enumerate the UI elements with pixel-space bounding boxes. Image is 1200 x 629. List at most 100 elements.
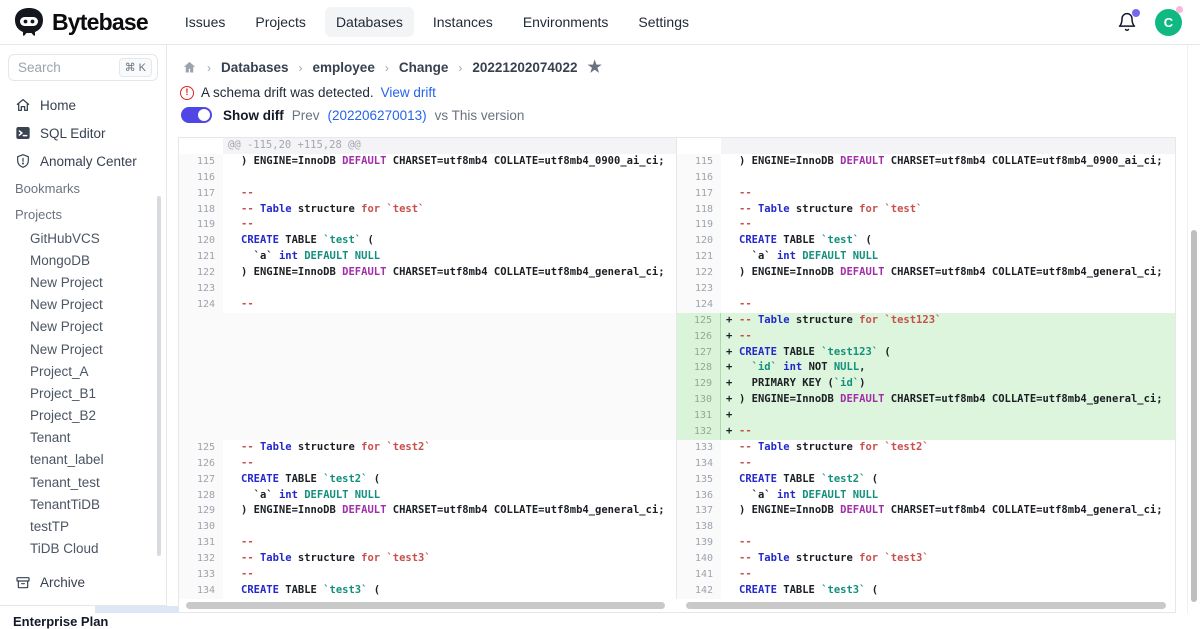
breadcrumb-employee[interactable]: employee <box>313 60 375 75</box>
sidebar-item-home[interactable]: Home <box>0 91 166 119</box>
sidebar-project-testtp-13[interactable]: testTP <box>0 515 166 537</box>
diff-gutter-l: 134 <box>179 583 223 599</box>
diff-code-r <box>721 170 1175 186</box>
right-pane-horizontal-scrollbar[interactable] <box>686 602 1166 609</box>
top-nav: Bytebase Issues Projects Databases Instance… <box>0 0 1200 45</box>
diff-code-l: -- <box>223 297 677 313</box>
diff-row: 129+ PRIMARY KEY (`id`) <box>179 376 1175 392</box>
diff-code-l: -- <box>223 535 677 551</box>
diff-code-r: `a` int DEFAULT NULL <box>721 249 1175 265</box>
archive-label: Archive <box>40 575 85 590</box>
diff-code-r: + PRIMARY KEY (`id`) <box>721 376 1175 392</box>
breadcrumb-separator: › <box>207 61 211 75</box>
diff-gutter-r: 123 <box>677 281 721 297</box>
search-box[interactable]: ⌘ K <box>8 54 158 81</box>
diff-row: 127+CREATE TABLE `test123` ( <box>179 345 1175 361</box>
breadcrumb-change[interactable]: Change <box>399 60 449 75</box>
diff-code-r: -- <box>721 456 1175 472</box>
breadcrumb-databases[interactable]: Databases <box>221 60 289 75</box>
diff-gutter-l <box>179 138 223 154</box>
diff-gutter-l: 129 <box>179 503 223 519</box>
diff-code-l <box>223 313 677 329</box>
nav-item-environments[interactable]: Environments <box>512 7 620 37</box>
diff-gutter-l <box>179 392 223 408</box>
diff-row: 121 `a` int DEFAULT NULL121 `a` int DEFA… <box>179 249 1175 265</box>
search-shortcut-badge: ⌘ K <box>119 58 152 77</box>
diff-gutter-r: 117 <box>677 186 721 202</box>
diff-gutter-l: 127 <box>179 472 223 488</box>
sidebar-item-anomaly-center[interactable]: Anomaly Center <box>0 147 166 175</box>
sidebar-project-tenant-label-10[interactable]: tenant_label <box>0 449 166 471</box>
notification-bell-icon[interactable] <box>1117 11 1137 33</box>
sidebar-project-githubvcs-0[interactable]: GitHubVCS <box>0 227 166 249</box>
sidebar-project-new-project-5[interactable]: New Project <box>0 338 166 360</box>
sidebar-project-tenant-test-11[interactable]: Tenant_test <box>0 471 166 493</box>
sidebar-project-new-project-3[interactable]: New Project <box>0 294 166 316</box>
diff-gutter-r: 122 <box>677 265 721 281</box>
diff-gutter-r: 139 <box>677 535 721 551</box>
diff-code-r: `a` int DEFAULT NULL <box>721 488 1175 504</box>
drift-warning-icon: ! <box>180 86 194 100</box>
view-drift-link[interactable]: View drift <box>381 85 436 100</box>
diff-code-l: CREATE TABLE `test` ( <box>223 233 677 249</box>
user-avatar[interactable]: C <box>1155 9 1182 36</box>
prev-version-link[interactable]: (202206270013) <box>328 108 427 123</box>
page-scrollbar-thumb[interactable] <box>1191 230 1197 602</box>
nav-item-projects[interactable]: Projects <box>244 7 317 37</box>
sidebar-project-new-project-2[interactable]: New Project <box>0 271 166 293</box>
diff-gutter-l: 120 <box>179 233 223 249</box>
search-input[interactable] <box>18 60 106 75</box>
sidebar-project-mongodb-1[interactable]: MongoDB <box>0 249 166 271</box>
nav-item-issues[interactable]: Issues <box>174 7 236 37</box>
diff-gutter-l <box>179 313 223 329</box>
sidebar-project-tidb-cloud-14[interactable]: TiDB Cloud <box>0 538 166 560</box>
diff-gutter-l: 126 <box>179 456 223 472</box>
nav-item-settings[interactable]: Settings <box>627 7 700 37</box>
nav-item-databases[interactable]: Databases <box>325 7 414 37</box>
sidebar-project-new-project-4[interactable]: New Project <box>0 316 166 338</box>
diff-gutter-l <box>179 408 223 424</box>
diff-code-r: -- <box>721 297 1175 313</box>
diff-gutter-l <box>179 376 223 392</box>
sidebar-item-archive[interactable]: Archive <box>0 569 166 597</box>
diff-code-l: -- <box>223 186 677 202</box>
diff-row: 128+ `id` int NOT NULL, <box>179 360 1175 376</box>
bookmark-star-icon[interactable]: ★ <box>587 61 601 75</box>
diff-gutter-l: 123 <box>179 281 223 297</box>
schema-drift-banner: ! A schema drift was detected. View drif… <box>180 85 436 100</box>
terminal-icon <box>15 125 31 141</box>
breadcrumb-separator: › <box>458 61 462 75</box>
sidebar-item-sql-editor[interactable]: SQL Editor <box>0 119 166 147</box>
diff-code-r: -- <box>721 186 1175 202</box>
diff-gutter-l: 130 <box>179 519 223 535</box>
sidebar-scrollbar[interactable] <box>157 196 161 556</box>
diff-gutter-r: 128 <box>677 360 721 376</box>
sidebar-project-project-b1-7[interactable]: Project_B1 <box>0 382 166 404</box>
nav-item-instances[interactable]: Instances <box>422 7 504 37</box>
diff-gutter-r: 134 <box>677 456 721 472</box>
show-diff-toggle[interactable] <box>181 107 212 123</box>
diff-gutter-r: 115 <box>677 154 721 170</box>
home-icon[interactable] <box>182 60 197 75</box>
bytebase-logo-icon <box>13 6 45 38</box>
diff-code-l: -- Table structure for `test2` <box>223 440 677 456</box>
sidebar-project-project-b2-8[interactable]: Project_B2 <box>0 405 166 427</box>
diff-hunk-header: @@ -115,20 +115,28 @@ <box>223 138 677 154</box>
diff-code-l: ) ENGINE=InnoDB DEFAULT CHARSET=utf8mb4 … <box>223 154 677 170</box>
sidebar-item-label: Home <box>40 98 76 113</box>
diff-code-l <box>223 329 677 345</box>
sidebar-project-tenanttidb-12[interactable]: TenantTiDB <box>0 493 166 515</box>
sidebar-project-tenant-9[interactable]: Tenant <box>0 427 166 449</box>
diff-row: 116 116 <box>179 170 1175 186</box>
diff-gutter-r: 141 <box>677 567 721 583</box>
diff-code-r: ) ENGINE=InnoDB DEFAULT CHARSET=utf8mb4 … <box>721 503 1175 519</box>
diff-code-l: ) ENGINE=InnoDB DEFAULT CHARSET=utf8mb4 … <box>223 265 677 281</box>
diff-gutter-r: 116 <box>677 170 721 186</box>
diff-gutter-r: 136 <box>677 488 721 504</box>
left-pane-horizontal-scrollbar[interactable] <box>186 602 665 609</box>
diff-row: 122 ) ENGINE=InnoDB DEFAULT CHARSET=utf8… <box>179 265 1175 281</box>
bytebase-logo[interactable]: Bytebase <box>13 6 148 38</box>
sidebar-item-label: Anomaly Center <box>40 154 137 169</box>
diff-row: 127 CREATE TABLE `test2` (135 CREATE TAB… <box>179 472 1175 488</box>
sidebar-project-project-a-6[interactable]: Project_A <box>0 360 166 382</box>
